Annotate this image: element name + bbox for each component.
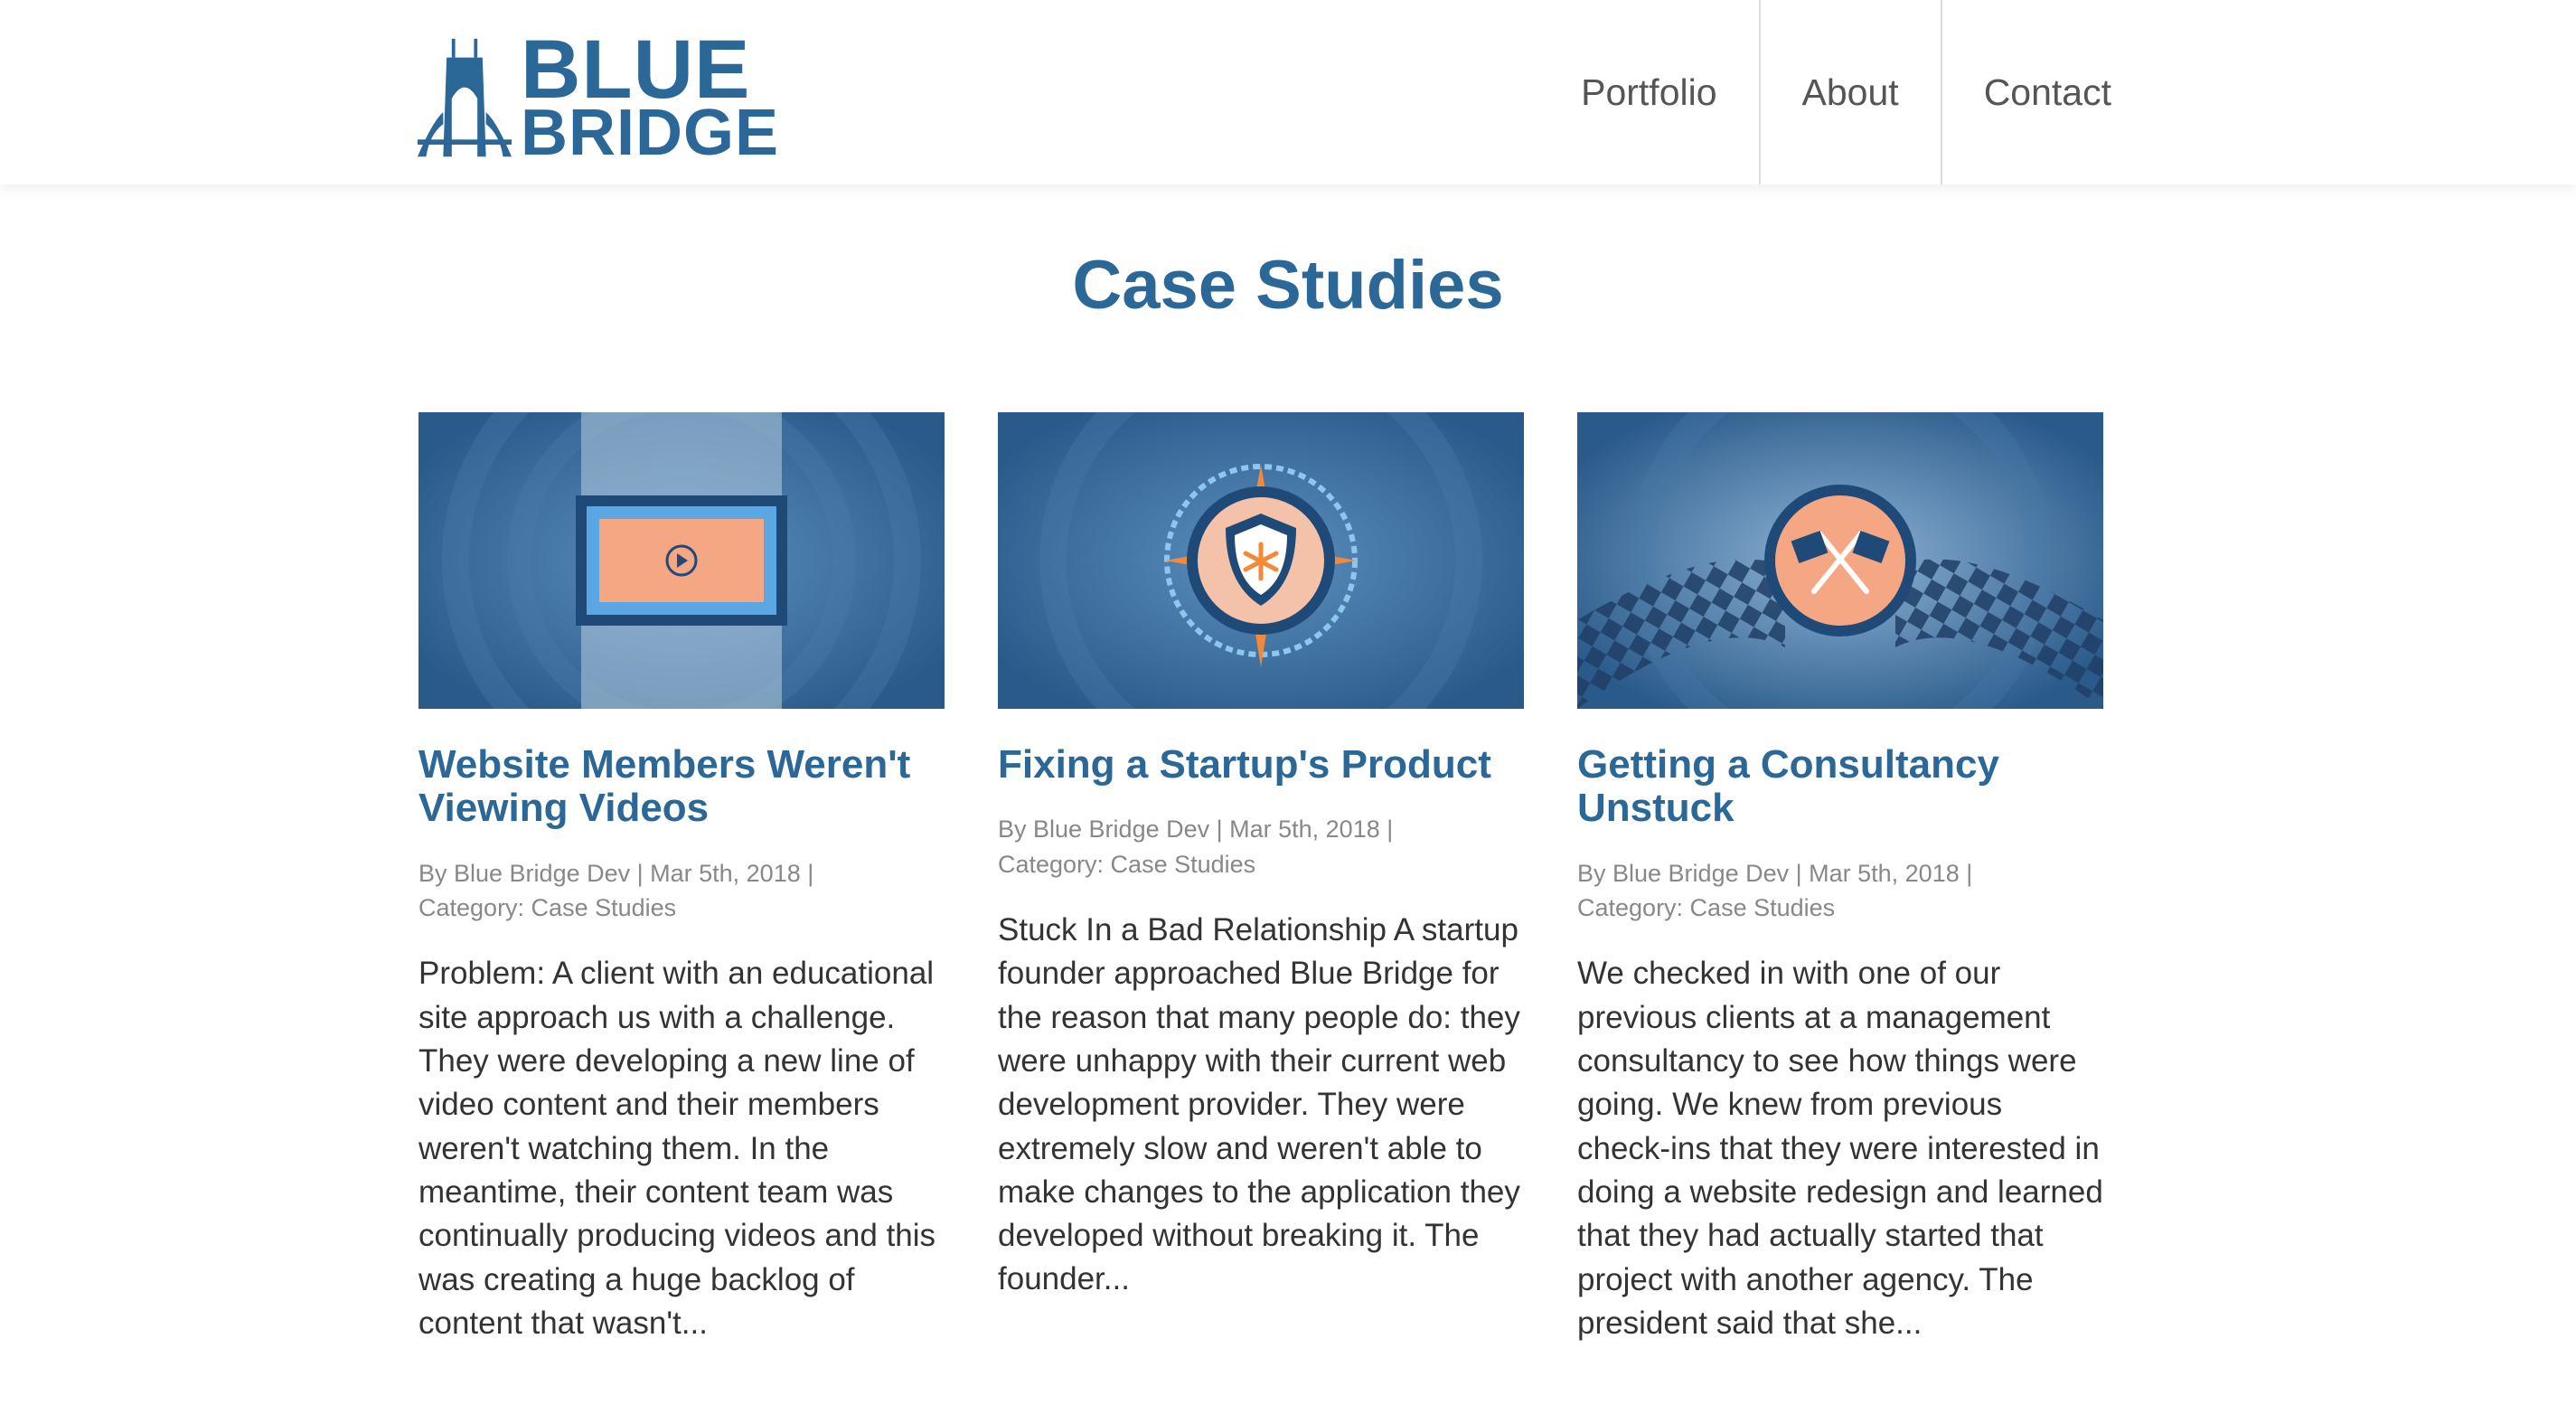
card-category[interactable]: Category: Case Studies — [1577, 891, 2103, 925]
card-category[interactable]: Category: Case Studies — [418, 891, 945, 925]
card-author-date: By Blue Bridge Dev | Mar 5th, 2018 | — [998, 815, 1394, 844]
card-excerpt: We checked in with one of our previous c… — [1577, 956, 2103, 1341]
nav-portfolio[interactable]: Portfolio — [1539, 0, 1758, 184]
case-study-card: Getting a Consultancy Unstuck By Blue Br… — [1577, 412, 2103, 1345]
card-category[interactable]: Category: Case Studies — [998, 847, 1524, 881]
video-player-icon[interactable] — [418, 412, 945, 709]
card-title[interactable]: Website Members Weren't Viewing Videos — [418, 742, 945, 831]
card-title[interactable]: Fixing a Startup's Product — [998, 742, 1524, 787]
card-excerpt: Stuck In a Bad Relationship A startup fo… — [998, 912, 1520, 1297]
logo-line-1: BLUE — [520, 23, 751, 116]
bridge-tower-icon — [418, 38, 512, 157]
logo-line-2: BRIDGE — [520, 96, 779, 169]
card-author-date: By Blue Bridge Dev | Mar 5th, 2018 | — [418, 859, 814, 887]
checkered-flags-icon[interactable] — [1577, 412, 2103, 709]
site-header: BLUE BRIDGE Portfolio About Contact — [0, 0, 2576, 184]
card-title[interactable]: Getting a Consultancy Unstuck — [1577, 742, 2103, 831]
nav-about[interactable]: About — [1758, 0, 1941, 184]
site-logo[interactable]: BLUE BRIDGE — [418, 23, 779, 169]
card-author-date: By Blue Bridge Dev | Mar 5th, 2018 | — [1577, 859, 1973, 887]
case-study-card: Website Members Weren't Viewing Videos B… — [418, 412, 945, 1345]
case-study-card: Fixing a Startup's Product By Blue Bridg… — [998, 412, 1524, 1302]
page-title: Case Studies — [1072, 247, 1504, 324]
card-excerpt: Problem: A client with an educational si… — [418, 956, 936, 1341]
nav-contact[interactable]: Contact — [1940, 0, 2153, 184]
logo-wordmark: BLUE BRIDGE — [520, 23, 779, 169]
card-meta: By Blue Bridge Dev | Mar 5th, 2018 | Cat… — [998, 812, 1524, 881]
card-meta: By Blue Bridge Dev | Mar 5th, 2018 | Cat… — [418, 856, 945, 926]
main-nav: Portfolio About Contact — [1539, 0, 2153, 184]
compass-shield-icon[interactable] — [998, 412, 1524, 709]
card-meta: By Blue Bridge Dev | Mar 5th, 2018 | Cat… — [1577, 856, 2103, 926]
